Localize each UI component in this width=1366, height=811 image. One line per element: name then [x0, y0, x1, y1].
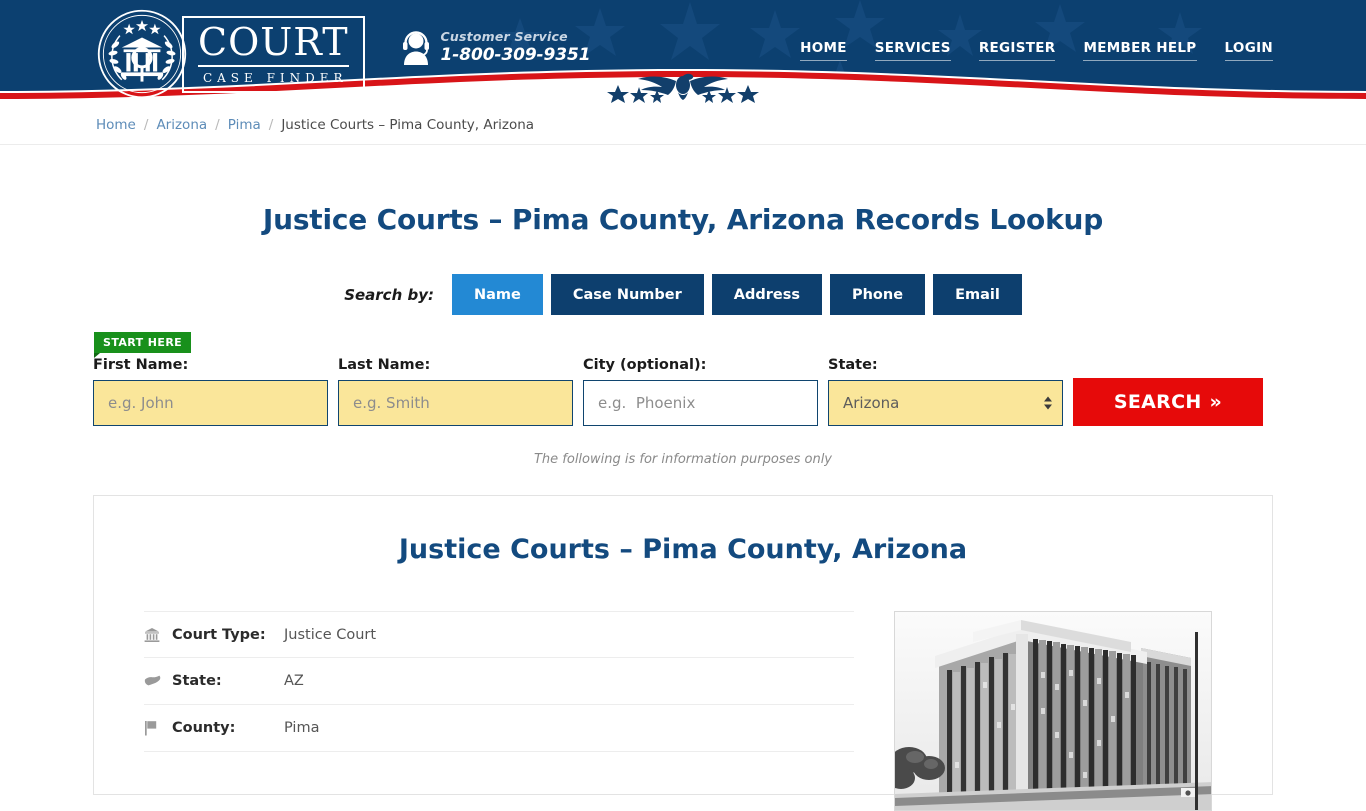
nav-item-services[interactable]: SERVICES — [874, 40, 951, 61]
customer-service-block[interactable]: Customer Service 1-800-309-9351 — [401, 29, 591, 66]
tab-phone[interactable]: Phone — [829, 274, 926, 315]
disclaimer-text: The following is for information purpose… — [533, 452, 833, 467]
tab-case-number[interactable]: Case Number — [550, 274, 704, 315]
tab-email[interactable]: Email — [933, 274, 1022, 315]
last-name-label: Last Name: — [338, 357, 431, 373]
start-here-wrap: START HERE — [93, 331, 1273, 358]
last-name-field-group: Last Name: — [338, 357, 573, 426]
breadcrumb-item-current: Justice Courts – Pima County, Arizona — [281, 116, 535, 133]
search-button-label: SEARCH — [1113, 391, 1202, 413]
nav-item-member-help[interactable]: MEMBER HELP — [1083, 40, 1197, 61]
state-label: State: — [828, 357, 878, 373]
first-name-label: First Name: — [93, 357, 189, 373]
breadcrumb-bar: Home / Arizona / Pima / Justice Courts –… — [0, 105, 1366, 145]
table-row: Court Type: Justice Court — [144, 611, 854, 658]
detail-key: State: — [172, 673, 222, 689]
court-card-body: Court Type: Justice Court State: AZ Coun… — [144, 611, 1222, 811]
nav-item-home[interactable]: HOME — [800, 40, 847, 61]
court-info-card: Justice Courts – Pima County, Arizona Co… — [93, 495, 1273, 811]
detail-value: Pima — [284, 720, 320, 736]
nav-item-login[interactable]: LOGIN — [1224, 40, 1273, 61]
nav-item-register[interactable]: REGISTER — [978, 40, 1056, 61]
breadcrumb-item-arizona[interactable]: Arizona — [156, 117, 207, 133]
search-by-tabs: Search by: Name Case Number Address Phon… — [93, 274, 1273, 315]
usa-map-icon — [144, 674, 172, 688]
table-row: County: Pima — [144, 705, 854, 752]
first-name-field-group: First Name: — [93, 357, 328, 426]
detail-key: Court Type: — [172, 626, 266, 643]
city-field-group: City (optional): — [583, 357, 818, 426]
search-button[interactable]: SEARCH » — [1073, 378, 1263, 426]
main-navigation: HOME SERVICES REGISTER MEMBER HELP LOGIN — [800, 40, 1273, 61]
breadcrumb: Home / Arizona / Pima / Justice Courts –… — [93, 117, 1273, 133]
courthouse-building-photo — [894, 611, 1212, 811]
main-content: Justice Courts – Pima County, Arizona Re… — [93, 203, 1273, 811]
city-input[interactable] — [583, 380, 818, 426]
logo-title: COURT — [198, 23, 349, 67]
headset-support-icon — [402, 31, 429, 65]
first-name-input[interactable] — [93, 380, 328, 426]
court-detail-list: Court Type: Justice Court State: AZ Coun… — [144, 611, 854, 811]
flag-icon — [144, 720, 172, 736]
city-label: City (optional): — [583, 357, 707, 373]
search-form: First Name: Last Name: City (optional): … — [93, 357, 1273, 426]
bank-courthouse-icon — [144, 627, 172, 643]
page-title: Justice Courts – Pima County, Arizona Re… — [262, 203, 1104, 236]
detail-value: Justice Court — [284, 626, 377, 643]
detail-key: County: — [172, 720, 236, 736]
customer-service-label: Customer Service — [440, 29, 568, 44]
tab-address[interactable]: Address — [711, 274, 822, 315]
state-select[interactable]: Arizona — [828, 380, 1063, 426]
eagle-emblem-icon — [607, 73, 759, 103]
tab-name[interactable]: Name — [452, 274, 543, 315]
table-row: State: AZ — [144, 658, 854, 705]
last-name-input[interactable] — [338, 380, 573, 426]
state-field-group: State: Arizona — [828, 357, 1063, 426]
start-here-badge: START HERE — [94, 332, 192, 358]
breadcrumb-separator: / — [268, 116, 274, 133]
court-card-title: Justice Courts – Pima County, Arizona — [398, 534, 968, 565]
breadcrumb-item-home[interactable]: Home — [96, 117, 136, 133]
breadcrumb-separator: / — [143, 116, 149, 133]
site-header: COURT CASE FINDER Customer Service 1-800… — [0, 0, 1366, 105]
state-select-wrap: Arizona — [828, 380, 1063, 426]
double-chevron-right-icon: » — [1209, 391, 1223, 413]
breadcrumb-separator: / — [215, 116, 220, 133]
search-by-label: Search by: — [344, 285, 434, 304]
detail-value: AZ — [284, 673, 304, 689]
breadcrumb-item-pima[interactable]: Pima — [228, 117, 261, 133]
